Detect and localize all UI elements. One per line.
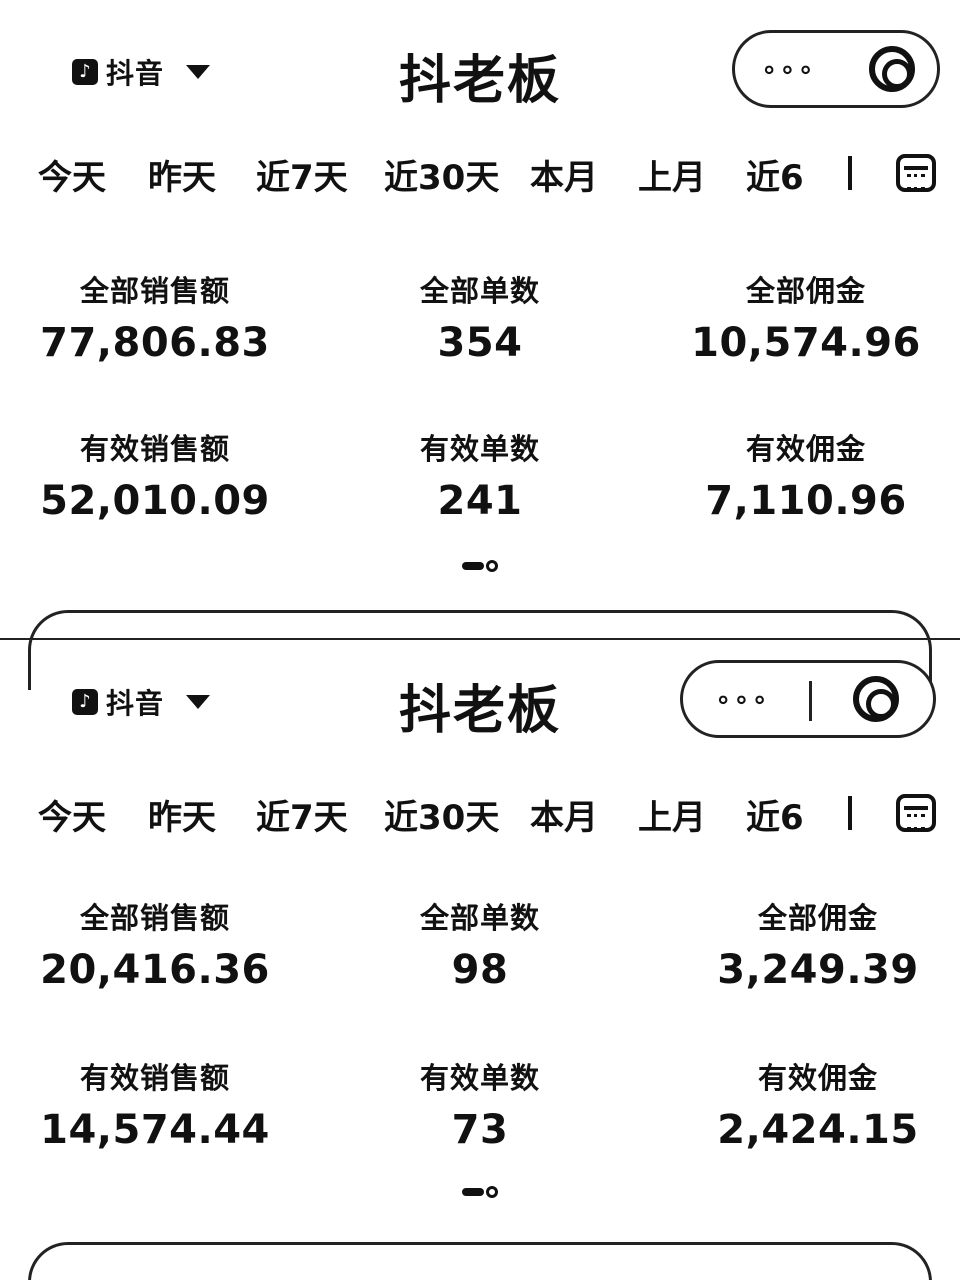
metric-label: 全部佣金 <box>757 901 878 935</box>
page-indicator-active <box>462 1188 484 1196</box>
mini-program-capsule: ∘∘∘ <box>732 30 940 108</box>
page-indicator <box>462 1186 498 1198</box>
tab-divider <box>848 796 852 830</box>
screenshot-panel-1: ♪ 抖音 抖老板 ∘∘∘ 今天 昨天 近7天 近30天 本月 上月 近6 全部销… <box>0 0 960 690</box>
metric-label: 有效佣金 <box>745 432 866 466</box>
metric-value: 3,249.39 <box>717 947 919 993</box>
tab-last-month[interactable]: 上月 <box>638 790 706 839</box>
top-bar: ♪ 抖音 抖老板 ∘∘∘ <box>0 660 960 741</box>
tab-yesterday[interactable]: 昨天 <box>148 790 216 839</box>
metric-value: 20,416.36 <box>40 947 270 993</box>
date-range-tabs: 今天 昨天 近7天 近30天 本月 上月 近6 <box>38 790 938 850</box>
tab-divider <box>848 156 852 190</box>
tab-last-7-days[interactable]: 近7天 <box>256 790 348 839</box>
calendar-icon[interactable] <box>896 154 936 192</box>
metric-label: 全部销售额 <box>79 901 230 935</box>
top-bar: ♪ 抖音 抖老板 ∘∘∘ <box>0 30 960 111</box>
tab-today[interactable]: 今天 <box>38 150 106 199</box>
metric-valid-sales: 有效销售额 14,574.44 <box>5 1055 305 1153</box>
metric-value: 14,574.44 <box>40 1107 270 1153</box>
metric-value: 77,806.83 <box>40 320 270 366</box>
mini-program-capsule: ∘∘∘ <box>680 660 936 738</box>
metric-value: 241 <box>437 478 523 524</box>
metric-valid-orders: 有效单数 241 <box>330 426 630 524</box>
date-range-tabs: 今天 昨天 近7天 近30天 本月 上月 近6 <box>38 150 938 210</box>
metric-label: 全部佣金 <box>745 274 866 308</box>
metric-label: 有效单数 <box>419 1061 540 1095</box>
metric-valid-orders: 有效单数 73 <box>330 1055 630 1153</box>
more-dots-icon[interactable]: ∘∘∘ <box>761 55 816 85</box>
screenshot-panel-2: ♪ 抖音 抖老板 ∘∘∘ 今天 昨天 近7天 近30天 本月 上月 近6 全部销… <box>0 640 960 1280</box>
metric-value: 7,110.96 <box>705 478 907 524</box>
tab-this-month[interactable]: 本月 <box>530 150 598 199</box>
metric-label: 有效佣金 <box>757 1061 878 1095</box>
tab-today[interactable]: 今天 <box>38 790 106 839</box>
metric-total-orders: 全部单数 354 <box>330 268 630 366</box>
bottom-card <box>28 1242 932 1280</box>
metric-label: 全部单数 <box>419 274 540 308</box>
more-dots-icon[interactable]: ∘∘∘ <box>715 685 770 715</box>
metric-value: 73 <box>451 1107 509 1153</box>
page-indicator-dot <box>486 560 498 572</box>
metric-label: 有效销售额 <box>79 432 230 466</box>
page-indicator-active <box>462 562 484 570</box>
metric-valid-sales: 有效销售额 52,010.09 <box>5 426 305 524</box>
metric-label: 有效销售额 <box>79 1061 230 1095</box>
metric-valid-commission: 有效佣金 2,424.15 <box>668 1055 960 1153</box>
tab-this-month[interactable]: 本月 <box>530 790 598 839</box>
calendar-icon[interactable] <box>896 794 936 832</box>
metric-value: 354 <box>437 320 523 366</box>
metric-label: 有效单数 <box>419 432 540 466</box>
tab-last-month[interactable]: 上月 <box>638 150 706 199</box>
target-circle-icon[interactable] <box>869 46 915 92</box>
metric-value: 10,574.96 <box>691 320 921 366</box>
tab-last-30-days[interactable]: 近30天 <box>384 150 499 199</box>
page-indicator <box>462 560 498 572</box>
metric-label: 全部单数 <box>419 901 540 935</box>
tab-yesterday[interactable]: 昨天 <box>148 150 216 199</box>
capsule-divider <box>809 681 812 721</box>
metric-value: 98 <box>451 947 509 993</box>
metric-value: 52,010.09 <box>40 478 270 524</box>
metric-total-sales: 全部销售额 20,416.36 <box>5 895 305 993</box>
tab-last-7-days[interactable]: 近7天 <box>256 150 348 199</box>
metric-total-commission: 全部佣金 3,249.39 <box>668 895 960 993</box>
metric-total-orders: 全部单数 98 <box>330 895 630 993</box>
metric-value: 2,424.15 <box>717 1107 919 1153</box>
metric-total-commission: 全部佣金 10,574.96 <box>656 268 956 366</box>
metric-valid-commission: 有效佣金 7,110.96 <box>656 426 956 524</box>
target-circle-icon[interactable] <box>853 676 899 722</box>
tab-last-6[interactable]: 近6 <box>746 790 804 839</box>
metric-total-sales: 全部销售额 77,806.83 <box>5 268 305 366</box>
page-indicator-dot <box>486 1186 498 1198</box>
tab-last-30-days[interactable]: 近30天 <box>384 790 499 839</box>
metric-label: 全部销售额 <box>79 274 230 308</box>
tab-last-6[interactable]: 近6 <box>746 150 804 199</box>
